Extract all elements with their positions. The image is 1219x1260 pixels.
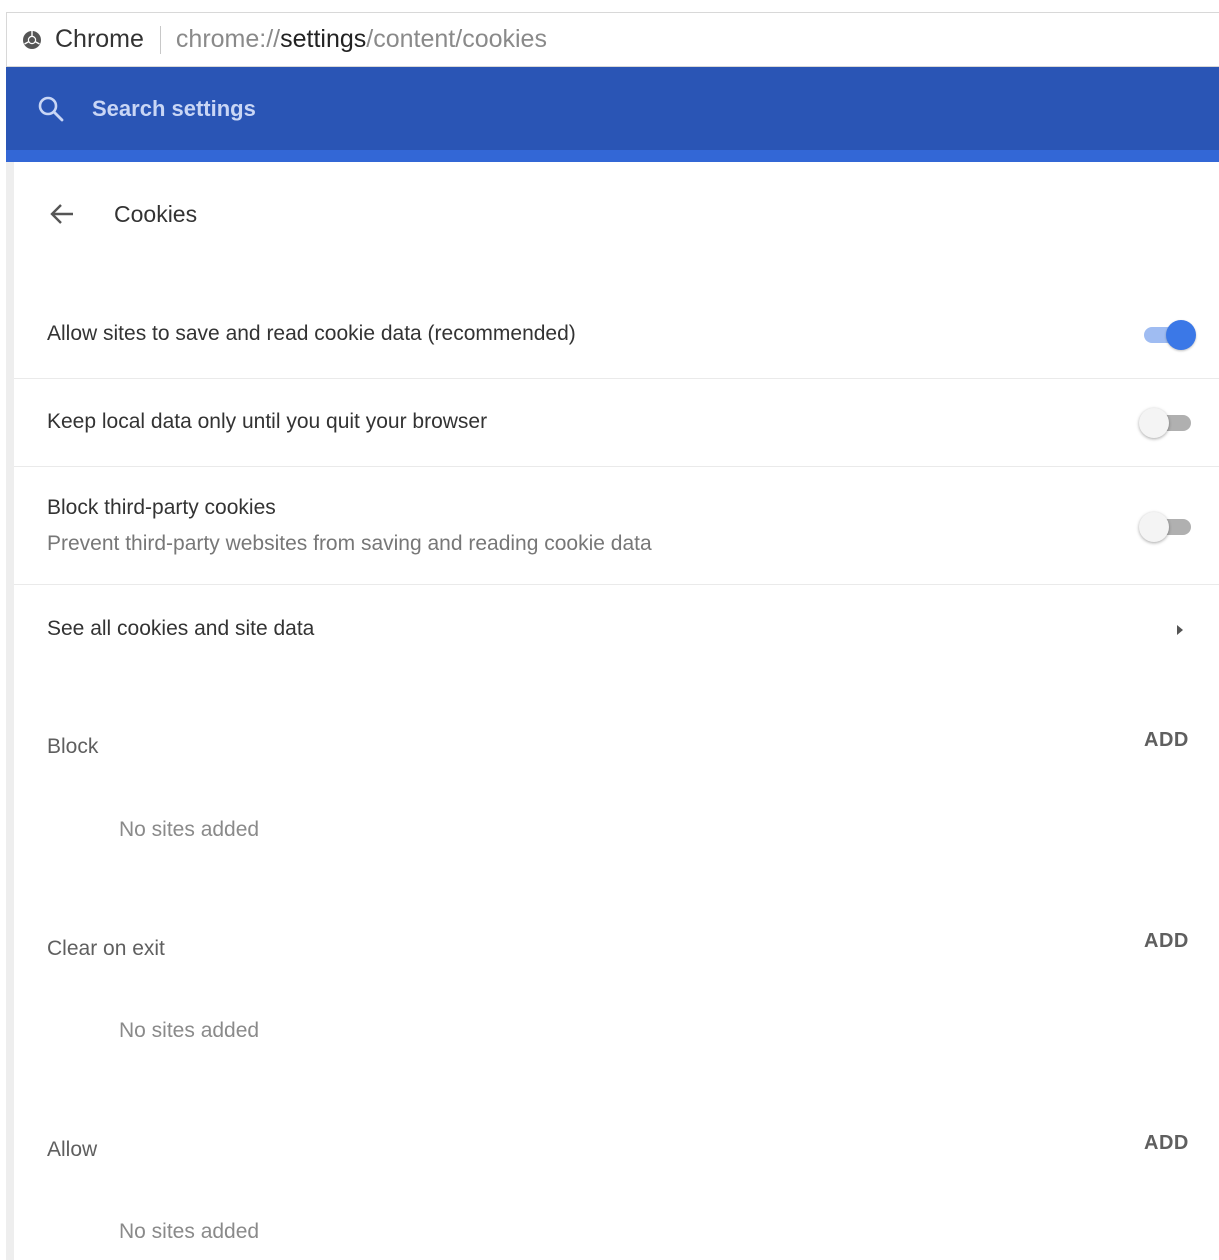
url-text[interactable]: chrome://settings/content/cookies [176,25,547,54]
search-input[interactable] [92,95,692,122]
setting-label: Allow sites to save and read cookie data… [47,322,576,345]
block-add-button[interactable]: ADD [1144,729,1189,752]
setting-row-block-third-party: Block third-party cookies Prevent third-… [14,467,1219,585]
page-title: Cookies [114,200,198,227]
block-section-title: Block [47,735,99,758]
keep-local-data-toggle[interactable] [1139,407,1197,439]
chevron-right-icon [1170,620,1190,640]
toggle-knob [1166,320,1196,350]
setting-row-allow-cookies: Allow sites to save and read cookie data… [14,290,1219,379]
clear-on-exit-section-title: Clear on exit [47,937,165,960]
address-bar[interactable]: Chrome chrome://settings/content/cookies [6,12,1219,67]
see-all-cookies-label: See all cookies and site data [47,617,315,640]
browser-name: Chrome [55,25,144,53]
settings-search-bar [6,67,1219,162]
setting-label: Keep local data only until you quit your… [47,410,488,433]
url-host: settings [280,25,367,53]
back-arrow-icon[interactable] [44,196,80,232]
allow-empty-text: No sites added [119,1220,260,1243]
url-path: /content/cookies [366,25,547,53]
setting-label: Block third-party cookies [47,496,276,519]
clear-on-exit-add-button[interactable]: ADD [1144,930,1189,953]
toggle-knob [1139,408,1169,438]
block-empty-text: No sites added [119,818,260,841]
settings-content: Cookies Allow sites to save and read coo… [6,162,1219,1260]
omnibox-divider [159,25,161,54]
setting-description: Prevent third-party websites from saving… [47,532,652,555]
see-all-cookies-row[interactable]: See all cookies and site data [14,585,1219,675]
page-header: Cookies [44,196,197,232]
url-scheme: chrome:// [175,25,281,53]
chrome-logo-icon [21,29,43,51]
toggle-knob [1139,512,1169,542]
allow-cookies-toggle[interactable] [1138,319,1196,351]
allow-section-title: Allow [47,1138,98,1161]
allow-add-button[interactable]: ADD [1144,1132,1189,1155]
setting-row-keep-local-data: Keep local data only until you quit your… [14,379,1219,467]
block-third-party-toggle[interactable] [1139,511,1197,543]
clear-on-exit-empty-text: No sites added [119,1019,260,1042]
search-icon[interactable] [36,94,66,124]
